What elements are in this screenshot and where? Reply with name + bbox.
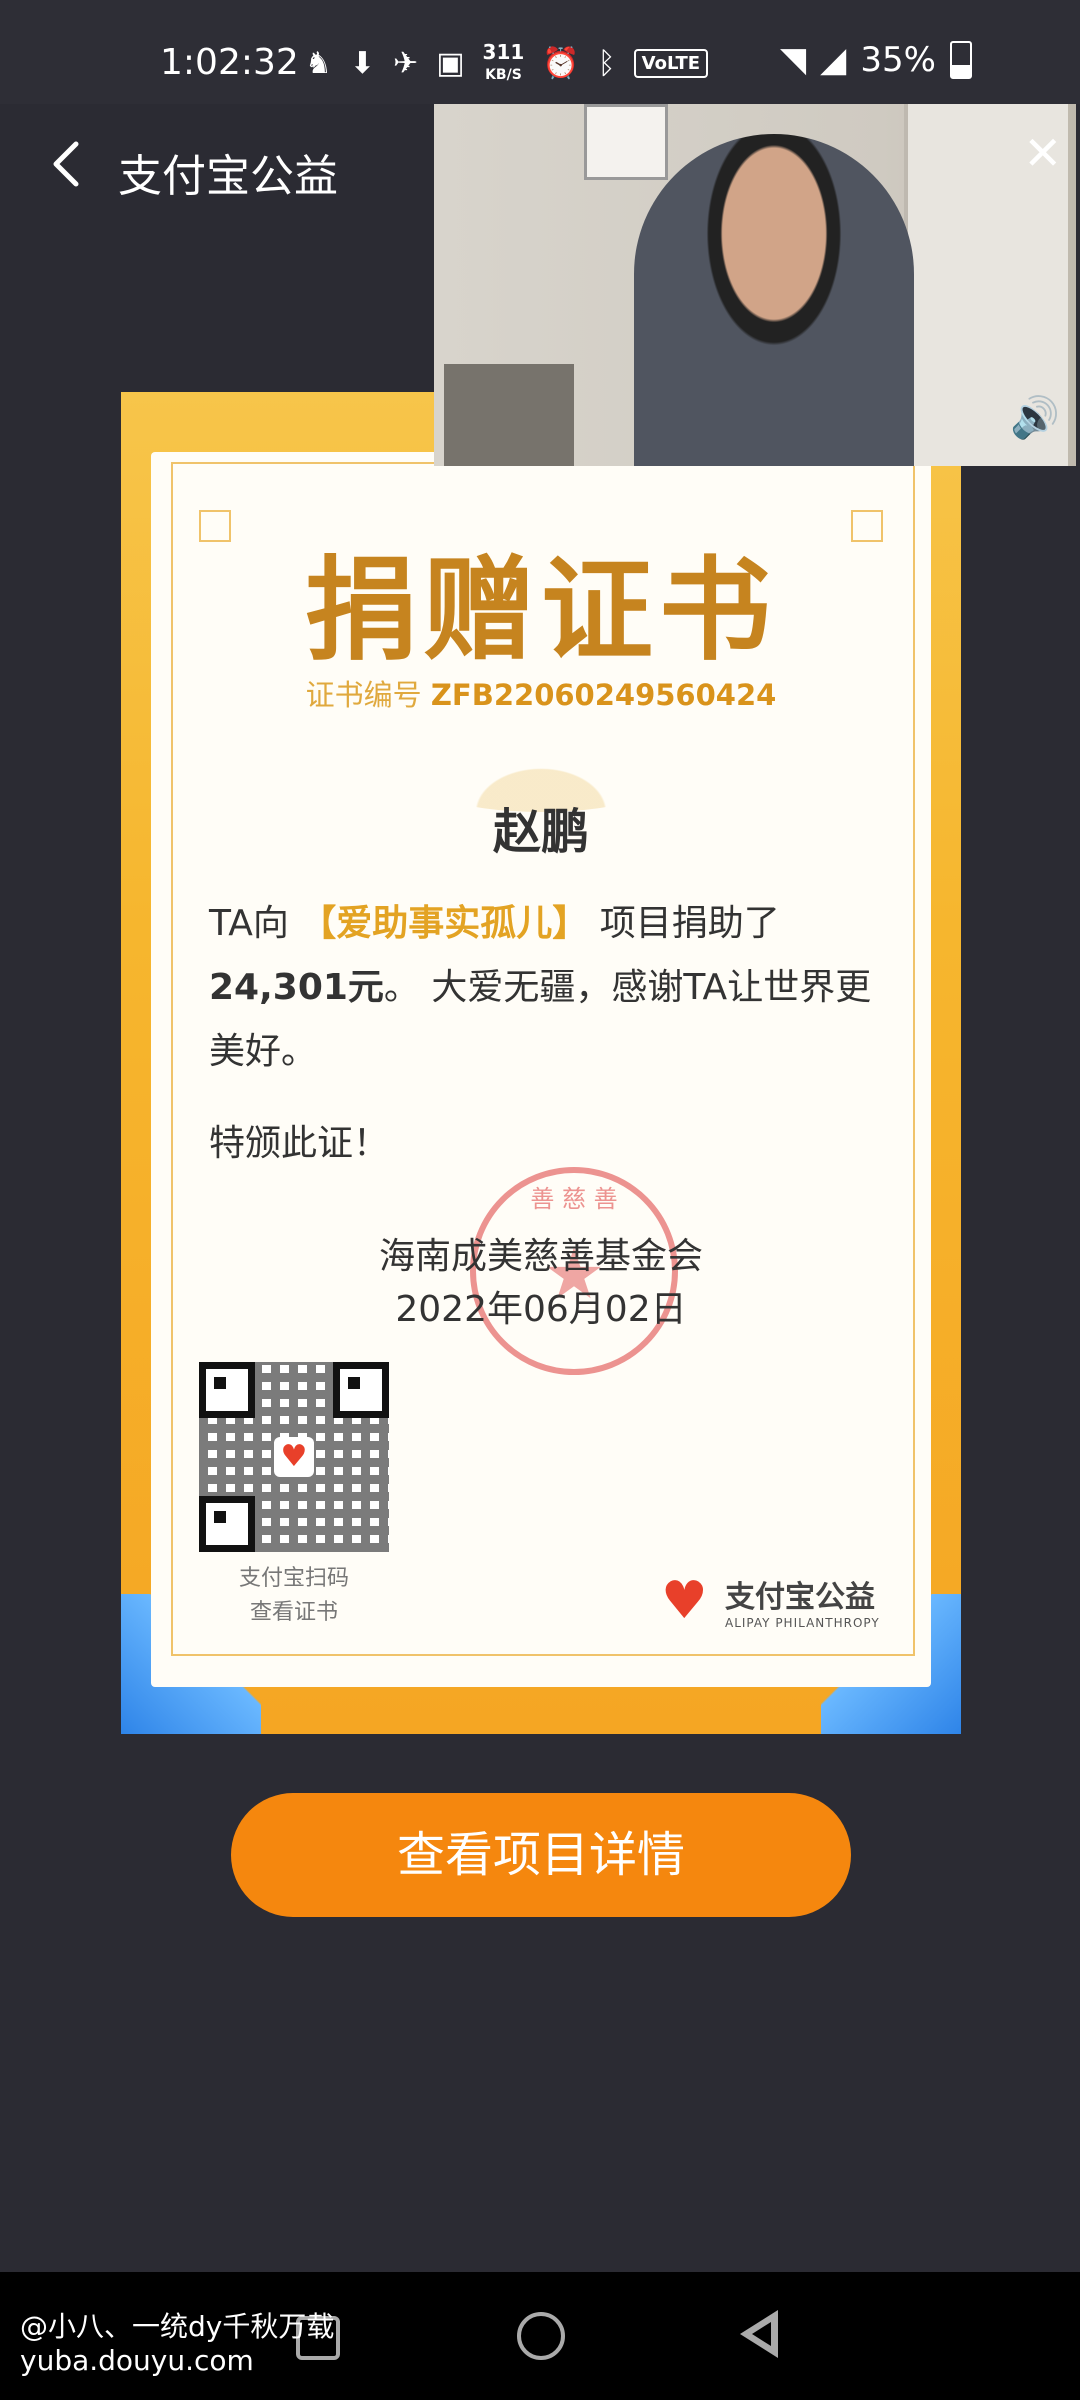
qr-code: ♥ xyxy=(199,1362,389,1552)
watermark-line2: yuba.douyu.com xyxy=(20,2344,254,2377)
qr-finder xyxy=(333,1362,389,1418)
signal-icon: ◢ xyxy=(820,40,847,80)
floating-video-window[interactable]: ✕ 🔊 xyxy=(434,104,1076,466)
bluetooth-icon: ᛒ xyxy=(597,46,616,81)
close-icon[interactable]: ✕ xyxy=(1023,126,1062,180)
page-title: 支付宝公益 xyxy=(118,151,338,202)
brand-name: 支付宝公益 xyxy=(725,1580,875,1615)
volte-badge: VoLTE xyxy=(633,49,709,78)
battery-percent: 35% xyxy=(860,40,936,80)
charity-heart-icon: ♥ xyxy=(661,1571,708,1631)
app-notification-icon: ♞ xyxy=(305,46,332,81)
qr-finder xyxy=(199,1362,255,1418)
network-speed: 311 KB/S xyxy=(483,42,525,85)
status-bar: 1:02:32 ♞ ⬇ ✈ ▣ 311 KB/S ⏰ ᛒ VoLTE ◥ ◢ 3… xyxy=(0,0,1080,104)
back-button[interactable] xyxy=(40,134,100,194)
certificate-title: 捐赠证书 xyxy=(305,545,777,676)
body-text-mid: 项目捐助了 xyxy=(599,903,780,944)
certificate-number-label: 证书编号 xyxy=(305,678,422,712)
donation-certificate: 捐赠证书 证书编号 ZFB22060249560424 赵鹏 TA向 【爱助事实… xyxy=(121,392,961,1734)
watermark-line1: @小八、一统dy千秋万载 xyxy=(20,2310,335,2343)
qr-finder xyxy=(199,1496,255,1552)
brand-subtitle: ALIPAY PHILANTHROPY xyxy=(725,1616,880,1630)
seal-text: 善 慈 善 xyxy=(530,1185,618,1213)
certificate-number-value: ZFB22060249560424 xyxy=(430,678,777,712)
qr-caption-line1: 支付宝扫码 xyxy=(238,1566,349,1591)
certificate-number: 证书编号 ZFB22060249560424 xyxy=(121,672,961,714)
speaker-icon[interactable]: 🔊 xyxy=(1010,394,1060,441)
back-triangle-inner xyxy=(752,2322,771,2346)
home-icon[interactable] xyxy=(517,2312,565,2360)
network-speed-unit: KB/S xyxy=(485,67,522,83)
issuing-organization: 海南成美慈善基金会 xyxy=(378,1236,703,1277)
donor-name: 赵鹏 xyxy=(492,804,589,860)
qr-caption-line2: 查看证书 xyxy=(249,1600,338,1625)
view-project-details-button[interactable]: 查看项目详情 xyxy=(231,1793,851,1917)
video-poster xyxy=(584,104,668,180)
chevron-left-icon xyxy=(53,141,79,187)
status-time: 1:02:32 xyxy=(160,42,299,83)
donation-amount: 24,301元 xyxy=(209,967,384,1008)
alipay-philanthropy-logo: ♥ 支付宝公益 ALIPAY PHILANTHROPY xyxy=(661,1572,880,1630)
status-icons: ♞ ⬇ ✈ ▣ 311 KB/S ⏰ ᛒ VoLTE xyxy=(305,42,709,85)
charity-heart-icon: ♥ xyxy=(274,1437,314,1477)
watermark: @小八、一统dy千秋万载 yuba.douyu.com xyxy=(20,2310,334,2378)
body-text-prefix: TA向 xyxy=(209,903,289,944)
wifi-icon: ◥ xyxy=(780,40,807,80)
ifly-app-icon: ▣ xyxy=(436,46,465,81)
issue-date: 2022年06月02日 xyxy=(395,1289,687,1330)
project-name: 【爱助事实孤儿】 xyxy=(300,903,589,944)
download-icon: ⬇ xyxy=(349,46,376,81)
qr-caption: 支付宝扫码 查看证书 xyxy=(199,1562,389,1630)
battery-icon xyxy=(949,41,972,79)
alarm-icon: ⏰ xyxy=(542,46,580,81)
network-speed-value: 311 xyxy=(482,40,525,64)
bird-app-icon: ✈ xyxy=(393,46,419,81)
status-right: ◥ ◢ 35% xyxy=(780,40,972,80)
certificate-closing: 特颁此证！ xyxy=(209,1123,390,1164)
certificate-body: TA向 【爱助事实孤儿】 项目捐助了 24,301元。 大爱无疆，感谢TA让世界… xyxy=(209,892,889,1084)
streamer-figure xyxy=(634,134,914,466)
video-object xyxy=(444,364,574,466)
